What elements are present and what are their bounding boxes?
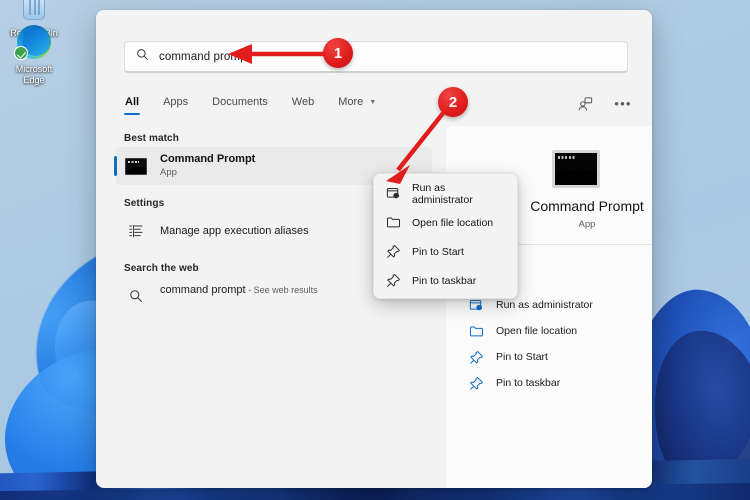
folder-icon bbox=[468, 323, 484, 339]
pin-icon bbox=[385, 273, 401, 289]
search-input-value: command prompt bbox=[159, 51, 250, 63]
pin-icon bbox=[468, 375, 484, 391]
microsoft-edge-icon bbox=[14, 22, 54, 62]
windows-search-flyout: command prompt All Apps Documents Web Mo… bbox=[96, 10, 652, 488]
selection-indicator bbox=[114, 156, 117, 176]
context-menu-item-label: Run as administrator bbox=[412, 182, 506, 206]
context-menu: Run as administrator Open file location bbox=[373, 173, 518, 299]
context-menu-item-open-file-location[interactable]: Open file location bbox=[374, 208, 517, 237]
context-menu-item-label: Pin to Start bbox=[412, 246, 464, 258]
annotation-badge-1: 1 bbox=[323, 38, 353, 68]
tab-label: Documents bbox=[212, 96, 268, 108]
result-item-title: Command Prompt bbox=[160, 153, 255, 166]
pin-icon bbox=[385, 244, 401, 260]
result-item-suffix: - See web results bbox=[246, 285, 318, 295]
results-group-heading: Best match bbox=[124, 133, 442, 144]
command-prompt-thumbnail bbox=[552, 150, 600, 188]
tab-label: More bbox=[338, 96, 363, 108]
pin-icon bbox=[468, 349, 484, 365]
search-icon bbox=[124, 284, 148, 308]
context-menu-item-label: Pin to taskbar bbox=[412, 275, 476, 287]
desktop-icon-microsoft-edge[interactable]: Microsoft Edge bbox=[2, 22, 66, 86]
preview-action-list: Run as administrator Open file location bbox=[468, 292, 652, 396]
tab-documents[interactable]: Documents bbox=[211, 92, 269, 116]
result-item-subtitle: App bbox=[160, 167, 255, 179]
annotation-badge-2: 2 bbox=[438, 87, 468, 117]
preview-action-open-file-location[interactable]: Open file location bbox=[468, 318, 652, 344]
context-menu-item-label: Open file location bbox=[412, 217, 493, 229]
tab-web[interactable]: Web bbox=[291, 92, 315, 116]
tab-label: Web bbox=[292, 96, 314, 108]
sync-check-badge-icon bbox=[14, 46, 28, 60]
preview-action-label: Pin to taskbar bbox=[496, 377, 560, 389]
folder-icon bbox=[385, 215, 401, 231]
wallpaper-petal-right-2 bbox=[641, 322, 750, 500]
more-options-icon[interactable]: ••• bbox=[612, 93, 634, 115]
tab-label: All bbox=[125, 96, 139, 108]
tab-label: Apps bbox=[163, 96, 188, 108]
shield-window-icon bbox=[468, 297, 484, 313]
result-item-title: command prompt bbox=[160, 284, 246, 296]
tab-more[interactable]: More ▼ bbox=[337, 92, 377, 116]
preview-action-pin-to-start[interactable]: Pin to Start bbox=[468, 344, 652, 370]
shield-window-icon bbox=[385, 186, 401, 202]
desktop: Recycle Bin Microsoft Edge command promp… bbox=[0, 0, 750, 500]
search-filter-tabs: All Apps Documents Web More ▼ bbox=[124, 92, 377, 116]
preview-action-pin-to-taskbar[interactable]: Pin to taskbar bbox=[468, 370, 652, 396]
search-input[interactable]: command prompt bbox=[124, 41, 628, 73]
preview-action-label: Run as administrator bbox=[496, 299, 593, 311]
desktop-icon-label-line1: Microsoft bbox=[2, 64, 66, 75]
context-menu-item-pin-to-taskbar[interactable]: Pin to taskbar bbox=[374, 266, 517, 295]
command-prompt-icon bbox=[124, 154, 148, 178]
desktop-icon-label-line2: Edge bbox=[2, 75, 66, 86]
result-item-title: Manage app execution aliases bbox=[160, 225, 309, 237]
preview-action-label: Open file location bbox=[496, 325, 577, 337]
account-icon[interactable] bbox=[574, 93, 596, 115]
ellipsis-glyph: ••• bbox=[614, 101, 632, 107]
context-menu-item-pin-to-start[interactable]: Pin to Start bbox=[374, 237, 517, 266]
tab-apps[interactable]: Apps bbox=[162, 92, 189, 116]
tab-all[interactable]: All bbox=[124, 92, 140, 116]
chevron-down-icon: ▼ bbox=[369, 99, 376, 106]
app-execution-aliases-icon bbox=[124, 219, 148, 243]
preview-action-label: Pin to Start bbox=[496, 351, 548, 363]
context-menu-item-run-as-administrator[interactable]: Run as administrator bbox=[374, 179, 517, 208]
search-icon bbox=[136, 48, 149, 66]
flyout-action-bar: ••• bbox=[574, 93, 634, 115]
